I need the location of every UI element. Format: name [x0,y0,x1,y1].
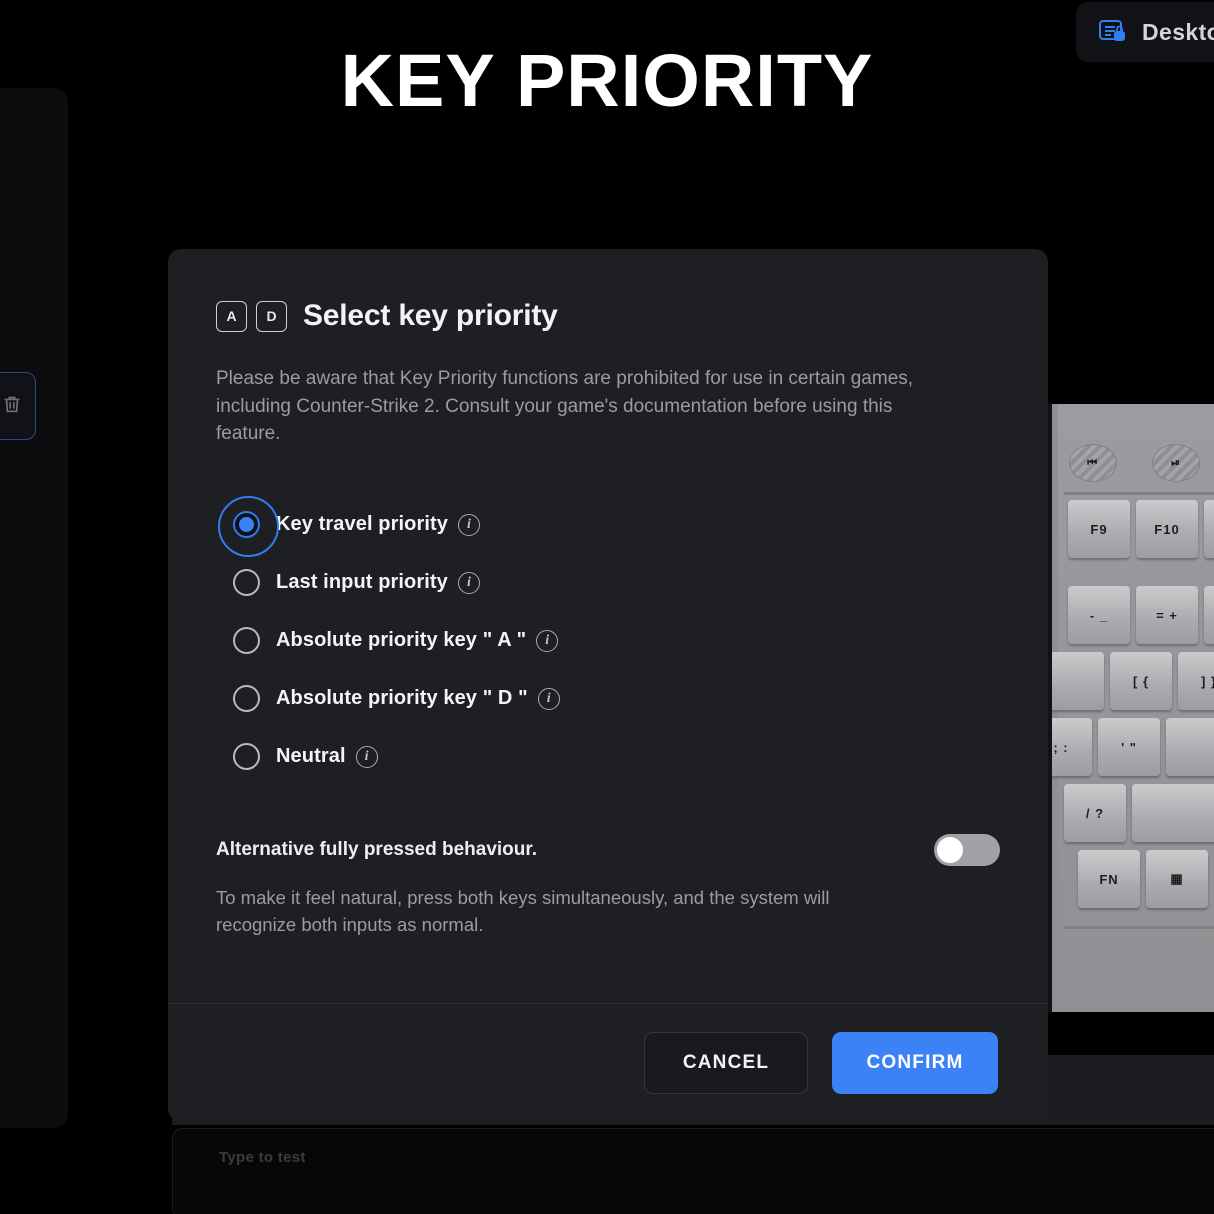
keycap-badge-d: D [256,300,287,332]
key-bracket-right: ] } [1178,652,1214,710]
modal-footer: CANCEL CONFIRM [168,1003,1048,1122]
cancel-button[interactable]: CANCEL [644,1032,808,1094]
alternative-behaviour-description: To make it feel natural, press both keys… [216,886,830,936]
radio-wrap [216,743,276,770]
delete-button[interactable] [0,372,36,440]
key-menu: ▦ [1146,850,1208,908]
option-label: Absolute priority key " A " [276,629,527,651]
key-slash: / ? [1064,784,1126,842]
test-input-placeholder: Type to test [219,1149,306,1166]
key-priority-modal: A D Select key priority Please be aware … [168,249,1048,1122]
radio-neutral[interactable] [232,743,260,770]
key-minus: - _ [1068,586,1130,644]
info-icon[interactable]: i [457,513,480,536]
page-title: KEY PRIORITY [340,39,874,122]
alternative-behaviour-block: Alternative fully pressed behaviour. To … [216,833,1000,939]
trash-icon [1,393,23,420]
radio-wrap [216,569,276,596]
info-icon[interactable]: i [537,687,560,710]
radio-wrap [216,496,279,557]
key-play-pause: ⏯ [1151,444,1200,482]
option-last-input-priority[interactable]: Last input priority i [216,554,1000,612]
radio-wrap [216,627,276,654]
priority-options-group: Key travel priority i Last input priorit… [216,496,1000,786]
option-label: Last input priority [276,571,448,593]
app-root: Type to test ⏮ ⏯ ⏭ F9 [0,0,1214,1214]
key-f10: F10 [1136,500,1198,558]
modal-body: A D Select key priority Please be aware … [168,249,1048,939]
key-enter [1166,718,1214,776]
key-p [1052,652,1104,710]
modal-title: Select key priority [303,299,558,332]
confirm-button[interactable]: CONFIRM [832,1032,998,1094]
key-bracket-left: [ { [1110,652,1172,710]
modal-description: Please be aware that Key Priority functi… [216,368,914,444]
key-backspace [1204,586,1214,644]
info-icon[interactable]: i [355,745,378,768]
radio-last-input-priority[interactable] [232,569,260,596]
option-label: Neutral [276,745,346,767]
radio-absolute-priority-key-a[interactable] [232,627,260,654]
toggle-knob [937,836,963,863]
key-f11 [1204,500,1214,558]
keyboard-photo: ⏮ ⏯ ⏭ F9 F10 - _ = + [1048,404,1214,1012]
left-sidebar-panel [0,88,68,1128]
option-absolute-priority-key-a[interactable]: Absolute priority key " A " i [216,612,1000,670]
modal-header: A D Select key priority [216,299,1000,333]
key-semicolon: ; : [1052,718,1092,776]
radio-key-travel-priority[interactable] [217,496,279,557]
option-key-travel-priority[interactable]: Key travel priority i [216,496,1000,557]
option-label: Key travel priority [276,513,448,535]
key-equals: = + [1136,586,1198,644]
option-absolute-priority-key-d[interactable]: Absolute priority key " D " i [216,670,1000,728]
keycap-badge-a: A [216,300,247,332]
alternative-behaviour-toggle[interactable] [934,833,1000,866]
key-f9: F9 [1068,500,1130,558]
info-icon[interactable]: i [457,571,480,594]
document-lock-icon [1098,18,1128,46]
radio-absolute-priority-key-d[interactable] [232,685,260,712]
key-quote: ' " [1098,718,1160,776]
key-fn: FN [1078,850,1140,908]
test-input[interactable]: Type to test [172,1128,1214,1214]
option-neutral[interactable]: Neutral i [216,728,1000,786]
alternative-behaviour-title: Alternative fully pressed behaviour. [216,838,537,860]
key-prev-track: ⏮ [1068,444,1117,482]
desktop-pill-label: Desktop [1142,18,1214,45]
option-label: Absolute priority key " D " [276,687,528,709]
alternative-behaviour-header: Alternative fully pressed behaviour. [216,833,1000,866]
key-shift-right [1132,784,1214,842]
info-icon[interactable]: i [536,629,559,652]
radio-wrap [216,685,276,712]
